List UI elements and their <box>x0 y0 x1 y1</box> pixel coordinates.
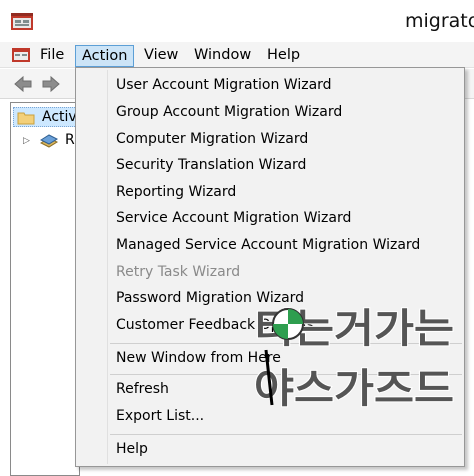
menu-item-security-translation[interactable]: Security Translation Wizard <box>116 154 306 176</box>
menu-item-managed-service-account-migration[interactable]: Managed Service Account Migration Wizard <box>116 234 420 256</box>
console-icon[interactable] <box>11 46 31 64</box>
back-arrow-icon[interactable] <box>12 74 34 94</box>
tree-pane: Activ ▷ R <box>10 102 83 476</box>
watermark-logo: 티는거가는 야스가즈드 <box>253 305 455 413</box>
books-icon <box>39 134 59 148</box>
tree-item-label: Activ <box>42 109 77 125</box>
folder-icon <box>17 112 35 125</box>
menu-item-service-account-migration[interactable]: Service Account Migration Wizard <box>116 207 351 229</box>
menu-item-computer-migration[interactable]: Computer Migration Wizard <box>116 128 308 150</box>
expand-arrow-icon[interactable]: ▷ <box>23 136 30 146</box>
menu-separator <box>110 434 462 435</box>
window-title: migrator <box>405 10 474 32</box>
menu-item-user-account-migration[interactable]: User Account Migration Wizard <box>116 74 332 96</box>
menu-window[interactable]: Window <box>188 45 257 67</box>
forward-arrow-icon[interactable] <box>40 74 62 94</box>
watermark-line-2: 야스가즈드 <box>254 366 454 412</box>
menu-item-help[interactable]: Help <box>116 438 148 460</box>
title-bar: migrator <box>0 0 474 42</box>
app-icon <box>11 13 33 30</box>
menu-item-retry-task: Retry Task Wizard <box>116 264 241 280</box>
menu-item-reporting[interactable]: Reporting Wizard <box>116 181 236 203</box>
menu-help[interactable]: Help <box>261 45 306 67</box>
tree-item-active-directory[interactable]: Activ <box>13 107 83 127</box>
tree-item-label: R <box>65 132 75 148</box>
menu-item-export-list[interactable]: Export List... <box>116 405 204 427</box>
menu-item-refresh[interactable]: Refresh <box>116 378 169 400</box>
menu-file[interactable]: File <box>34 45 70 67</box>
menu-item-group-account-migration[interactable]: Group Account Migration Wizard <box>116 101 342 123</box>
menu-action[interactable]: Action <box>75 45 135 67</box>
menu-bar: File Action View Window Help <box>0 42 474 68</box>
menu-gutter <box>107 70 108 464</box>
menu-view[interactable]: View <box>138 45 184 67</box>
